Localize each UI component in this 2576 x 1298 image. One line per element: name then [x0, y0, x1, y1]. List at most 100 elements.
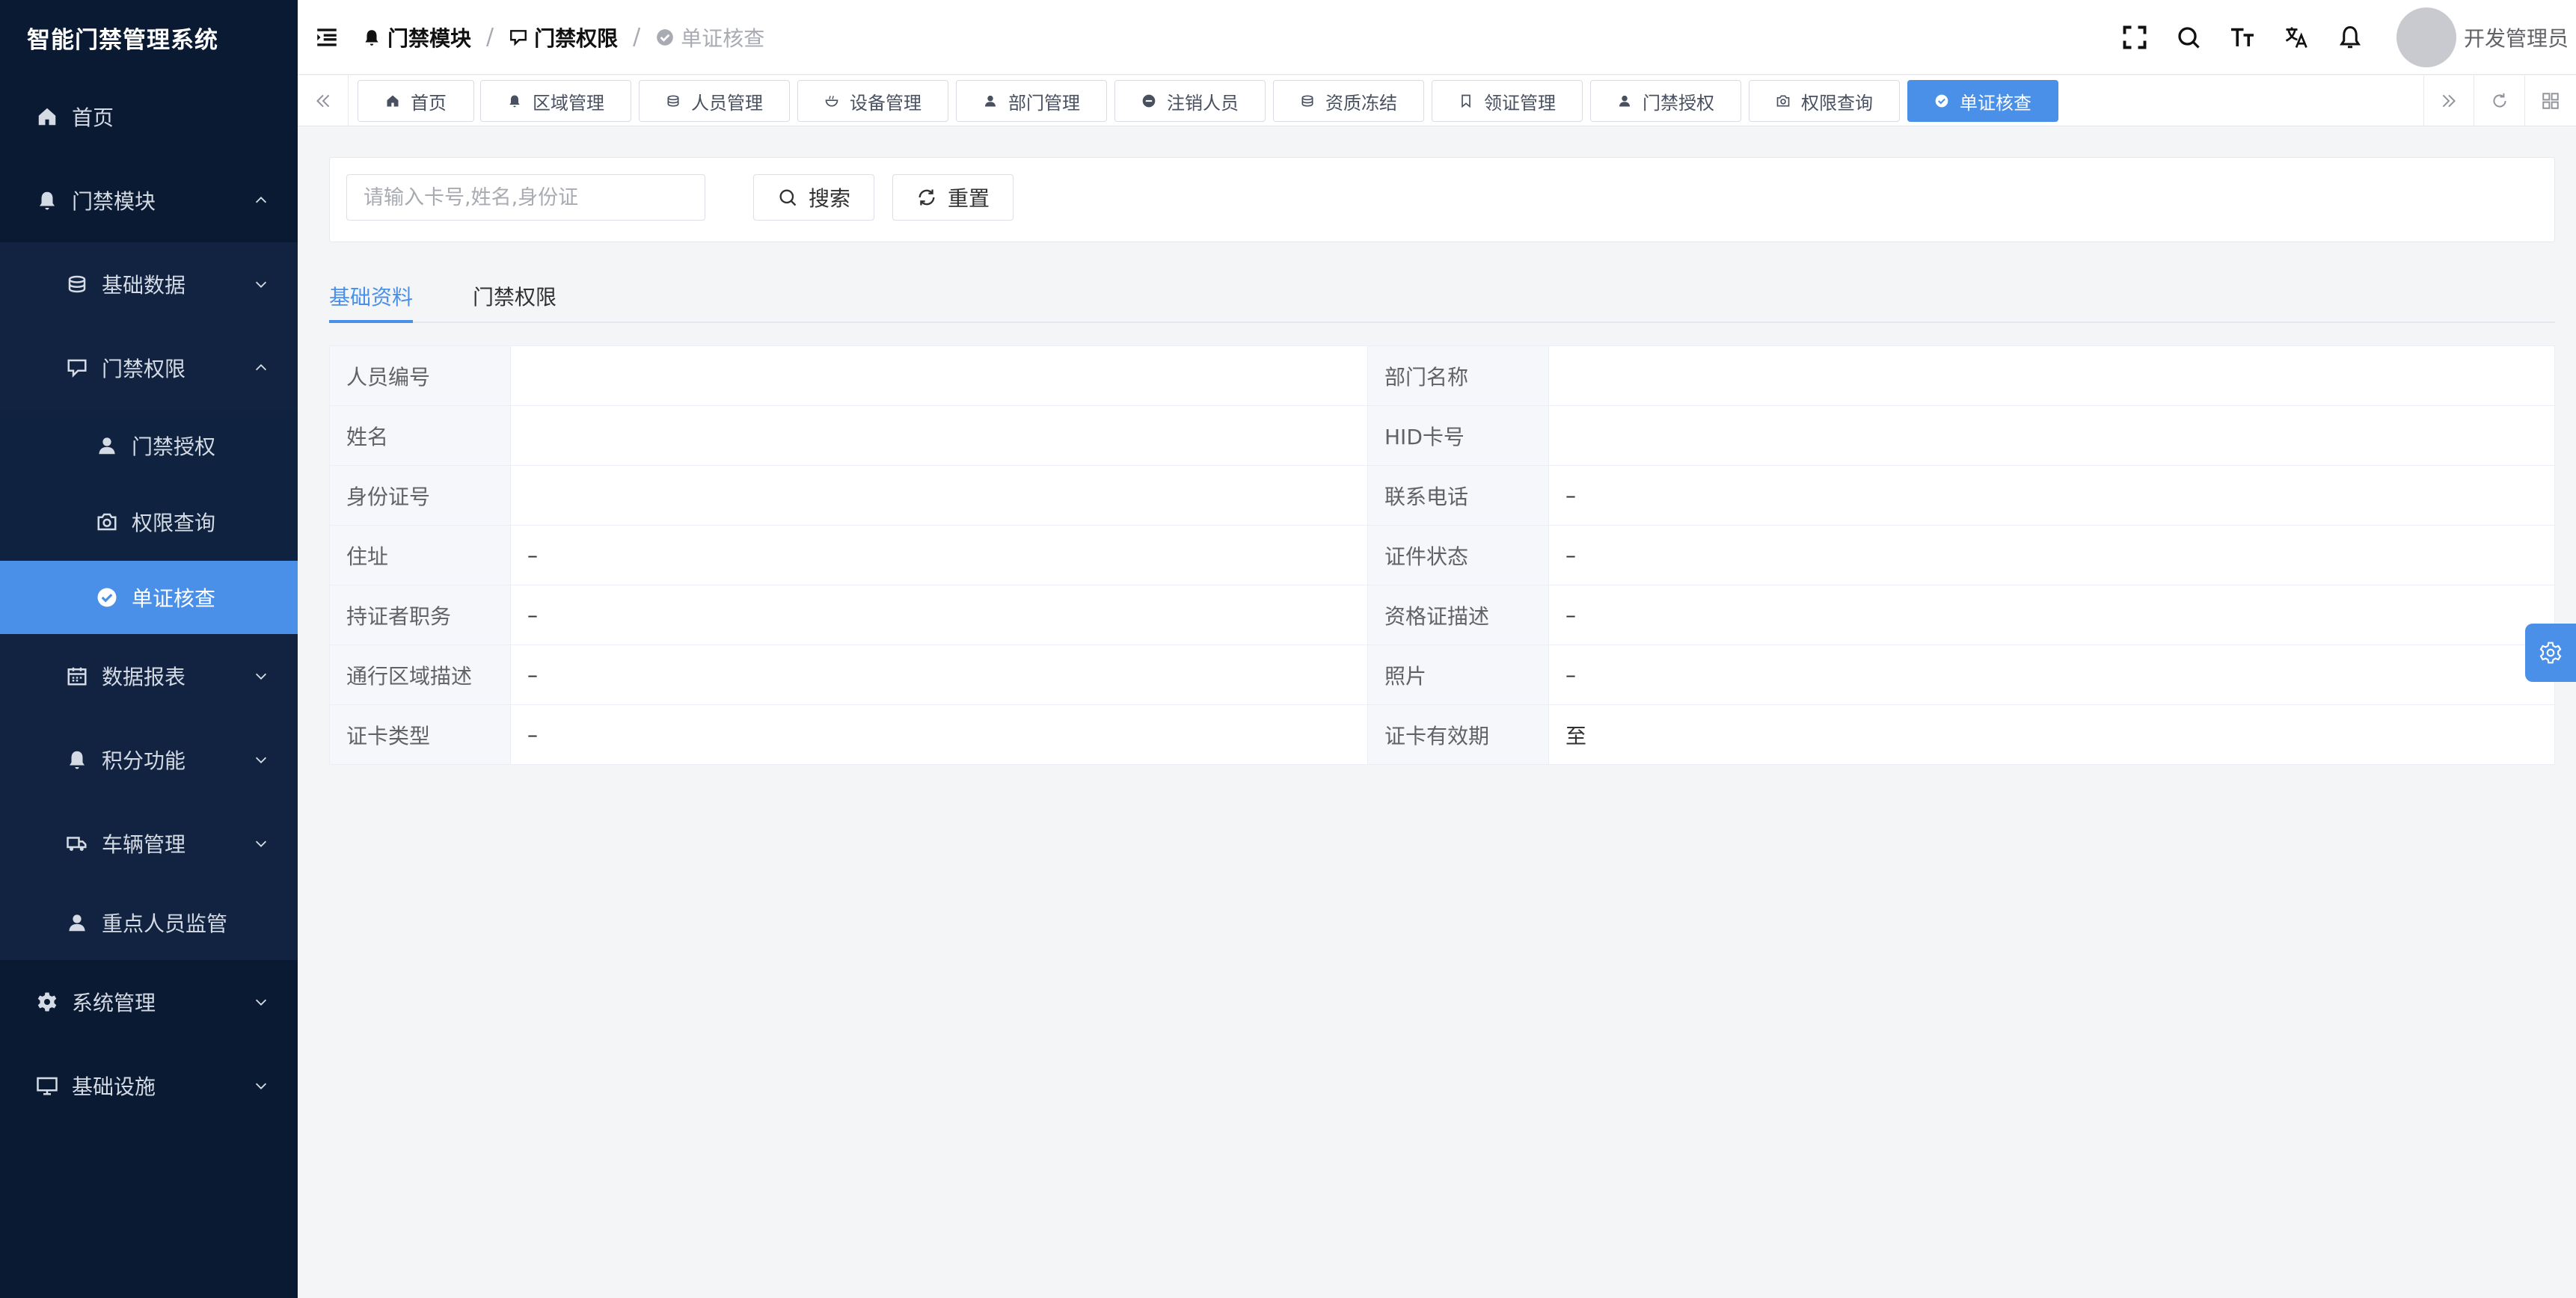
sidebar: 智能门禁管理系统 首页 门禁模块 基础数据 门禁权限 门禁授权 权限查询 单证核… — [0, 0, 298, 1298]
check-circle-icon — [97, 588, 117, 607]
sidebar-item-infrastructure[interactable]: 基础设施 — [0, 1053, 298, 1119]
field-value: 至 — [1548, 704, 2555, 765]
refresh-icon — [919, 189, 935, 206]
double-chevron-left-icon — [316, 94, 329, 108]
sidebar-item-points[interactable]: 积分功能 — [0, 727, 298, 793]
tab-label: 门禁权限 — [473, 285, 557, 310]
search-button-label: 搜索 — [808, 186, 850, 211]
reset-button-label: 重置 — [947, 186, 990, 211]
user-icon — [984, 95, 996, 107]
search-button[interactable]: 搜索 — [753, 174, 874, 221]
field-value — [510, 465, 1368, 526]
gear-icon — [37, 992, 57, 1012]
tag-qualification-freeze[interactable]: 资质冻结 — [1273, 80, 1424, 122]
tag-home[interactable]: 首页 — [358, 80, 474, 122]
tag-label: 设备管理 — [850, 92, 921, 114]
user-icon — [1619, 95, 1631, 107]
search-input[interactable] — [346, 174, 705, 221]
minus-circle-icon — [1142, 94, 1156, 108]
check-circle-icon — [657, 28, 674, 46]
field-value — [1548, 405, 2555, 466]
sidebar-item-vehicle[interactable]: 车辆管理 — [0, 811, 298, 876]
field-value — [1548, 345, 2555, 406]
reset-button[interactable]: 重置 — [892, 174, 1013, 221]
hamburger-icon[interactable] — [314, 25, 340, 50]
display-icon — [67, 359, 87, 378]
tag-cancelled-personnel[interactable]: 注销人员 — [1114, 80, 1266, 122]
database-icon — [667, 95, 679, 107]
sidebar-item-system[interactable]: 系统管理 — [0, 969, 298, 1035]
bell-icon — [509, 95, 520, 108]
settings-float-button[interactable] — [2525, 624, 2576, 682]
sidebar-item-label: 首页 — [72, 105, 114, 130]
chevron-down-icon — [255, 1083, 267, 1089]
app-title: 智能门禁管理系统 — [27, 26, 218, 54]
chevron-down-icon — [255, 281, 267, 288]
table-row: 姓名 HID卡号 — [329, 405, 2555, 466]
gear-icon — [2539, 642, 2562, 664]
bookmark-icon — [1462, 94, 1471, 108]
tag-access-authorization[interactable]: 门禁授权 — [1590, 80, 1741, 122]
tag-permission-query[interactable]: 权限查询 — [1749, 80, 1900, 122]
breadcrumb-separator: / — [486, 24, 494, 50]
tag-card-collection[interactable]: 领证管理 — [1432, 80, 1583, 122]
header: 门禁模块 / 门禁权限 / 单证核查 开发管理员 — [298, 0, 2576, 75]
chevron-down-icon — [255, 840, 267, 847]
sidebar-item-label: 基础设施 — [72, 1074, 156, 1099]
sidebar-item-access-authorization[interactable]: 门禁授权 — [0, 413, 298, 479]
table-row: 持证者职务 – 资格证描述 – — [329, 585, 2555, 645]
sidebar-item-access-module[interactable]: 门禁模块 — [0, 167, 298, 233]
user-name[interactable]: 开发管理员 — [2464, 22, 2569, 52]
sidebar-item-basic-data[interactable]: 基础数据 — [0, 251, 298, 317]
field-label: 通行区域描述 — [329, 645, 511, 705]
breadcrumb: 门禁模块 / 门禁权限 / 单证核查 — [362, 22, 764, 52]
field-value — [510, 345, 1368, 406]
bowl-icon — [825, 95, 838, 107]
table-row: 住址 – 证件状态 – — [329, 525, 2555, 585]
field-label: 姓名 — [329, 405, 511, 466]
field-label: 住址 — [329, 525, 511, 585]
field-label: 证卡有效期 — [1367, 704, 1549, 765]
tag-single-card-check[interactable]: 单证核查 — [1907, 80, 2058, 122]
header-actions: 开发管理员 — [2108, 0, 2569, 75]
search-icon[interactable] — [2175, 24, 2202, 51]
tags-scroll-left[interactable] — [298, 76, 349, 126]
sidebar-item-data-report[interactable]: 数据报表 — [0, 643, 298, 709]
database-icon — [68, 275, 86, 293]
fullscreen-icon[interactable] — [2121, 24, 2148, 51]
tags-scroll-right[interactable] — [2423, 76, 2474, 126]
display-icon — [510, 29, 527, 46]
breadcrumb-item-current: 单证核查 — [655, 22, 764, 52]
translate-icon[interactable] — [2283, 24, 2310, 51]
sidebar-item-single-card-check[interactable]: 单证核查 — [0, 561, 298, 634]
sidebar-item-permission-query[interactable]: 权限查询 — [0, 489, 298, 555]
sidebar-item-home[interactable]: 首页 — [0, 84, 298, 150]
tag-personnel-management[interactable]: 人员管理 — [639, 80, 790, 122]
sidebar-item-access-permission[interactable]: 门禁权限 — [0, 335, 298, 401]
sidebar-item-label: 车辆管理 — [102, 832, 186, 857]
breadcrumb-item-access-permission[interactable]: 门禁权限 — [509, 22, 618, 52]
chevron-down-icon — [255, 999, 267, 1006]
breadcrumb-label: 门禁权限 — [534, 25, 619, 51]
tag-device-management[interactable]: 设备管理 — [797, 80, 948, 122]
user-icon — [99, 437, 115, 455]
tab-access-permission[interactable]: 门禁权限 — [473, 281, 556, 311]
camera-icon — [97, 513, 117, 531]
avatar[interactable] — [2396, 7, 2456, 67]
field-label: 照片 — [1367, 645, 1549, 705]
check-circle-icon — [1935, 94, 1948, 108]
font-size-icon[interactable] — [2229, 24, 2256, 51]
notification-bell-icon[interactable] — [2337, 24, 2364, 51]
tab-basic-info[interactable]: 基础资料 — [329, 281, 413, 311]
tags-refresh[interactable] — [2474, 76, 2525, 126]
table-row: 人员编号 部门名称 — [329, 345, 2555, 406]
tag-area-management[interactable]: 区域管理 — [480, 80, 631, 122]
monitor-icon — [37, 1077, 58, 1095]
breadcrumb-item-access-module[interactable]: 门禁模块 — [362, 22, 471, 52]
tag-department-management[interactable]: 部门管理 — [956, 80, 1107, 122]
sidebar-item-key-person[interactable]: 重点人员监管 — [0, 890, 298, 956]
sidebar-item-label: 门禁权限 — [102, 357, 186, 381]
person-detail-table: 人员编号 部门名称 姓名 HID卡号 身份证号 联系电话 – 住址 – 证件状态… — [329, 345, 2555, 765]
sidebar-item-label: 单证核查 — [132, 586, 216, 611]
tags-menu[interactable] — [2525, 76, 2576, 126]
